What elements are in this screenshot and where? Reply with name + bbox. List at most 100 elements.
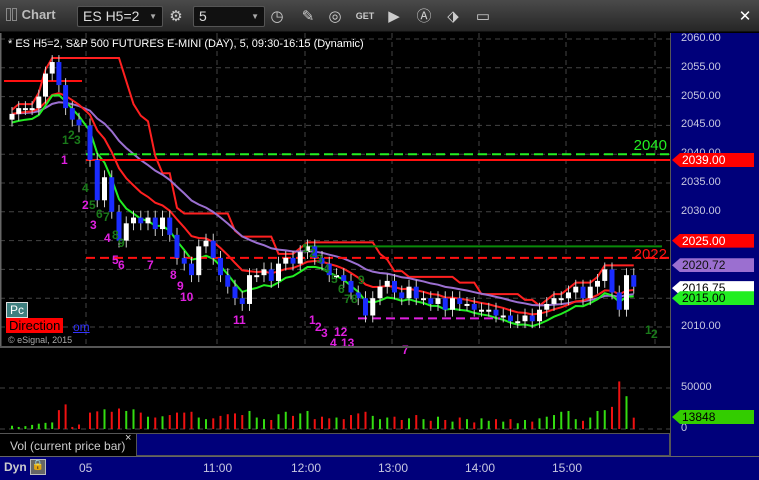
candle-body <box>363 298 368 316</box>
candle-body <box>384 280 390 287</box>
dyn-label: Dyn <box>4 460 27 474</box>
candle-body <box>500 315 506 318</box>
wave-count-label: 7 <box>103 210 110 224</box>
volume-legend: Vol (current price bar) <box>0 433 136 456</box>
candle-body <box>152 217 158 230</box>
candle-body <box>261 269 267 276</box>
time-axis-label: 15:00 <box>552 461 583 475</box>
candle-body <box>49 62 55 74</box>
candle-body <box>36 96 42 109</box>
candle-body <box>442 298 448 310</box>
candle-body <box>69 108 75 120</box>
lock-icon[interactable]: 🔒 <box>30 459 46 475</box>
wave-count-label: 5 <box>331 272 338 286</box>
candle-body <box>566 292 571 299</box>
candle-body <box>203 240 209 247</box>
price-tag: 2020.72 <box>672 258 754 273</box>
candle-body <box>609 269 615 293</box>
candle-body <box>174 234 180 258</box>
candle-body <box>399 292 405 299</box>
candle-body <box>508 315 513 322</box>
price-axis-label: 2035.00 <box>681 176 721 188</box>
candle-body <box>551 298 557 304</box>
volume-footer <box>136 433 670 456</box>
candle-body <box>348 280 354 293</box>
candle-body <box>247 275 252 304</box>
wave-count-label: 3 <box>316 252 323 266</box>
candle-body <box>587 286 593 299</box>
wave-count-label: 9 <box>358 273 365 287</box>
price-axis-label: 2055.00 <box>681 60 721 73</box>
candle-body <box>464 303 470 306</box>
pc-badge[interactable]: Pc <box>6 302 29 318</box>
candle-body <box>537 309 542 322</box>
candle-body <box>43 73 48 97</box>
candle-body <box>616 292 622 310</box>
volume-chart[interactable] <box>0 348 670 433</box>
candle-body <box>413 286 419 299</box>
candle-body <box>522 315 528 322</box>
candle-body <box>218 257 223 276</box>
candle-body <box>602 269 608 281</box>
time-axis-label: 12:00 <box>291 461 322 475</box>
wave-count-label: 2 <box>651 327 658 341</box>
candle-body <box>225 275 231 287</box>
wave-count-label: 3 <box>90 218 97 232</box>
wave-count-label: 10 <box>180 290 194 304</box>
close-icon[interactable]: ✕ <box>734 6 756 27</box>
candle-body <box>109 177 115 212</box>
candle-body <box>29 108 35 111</box>
candle-body <box>595 280 600 287</box>
candle-body <box>22 108 28 111</box>
om-link[interactable]: om <box>73 320 90 334</box>
price-axis-label: 2030.00 <box>681 204 721 217</box>
candle-body <box>16 108 22 114</box>
price-tag: 2025.00 <box>672 233 754 248</box>
wave-count-label: 7 <box>344 292 351 306</box>
candle-body <box>239 298 245 304</box>
candle-body <box>276 263 281 281</box>
candle-body <box>181 257 187 264</box>
price-chart[interactable] <box>0 0 670 347</box>
candle-body <box>544 303 550 310</box>
candle-body <box>421 298 426 301</box>
wave-count-label: 8 <box>170 268 177 282</box>
candle-body <box>268 269 274 281</box>
candle-body <box>450 298 455 310</box>
level-label: 2022 <box>633 245 667 263</box>
candle-body <box>457 298 463 304</box>
candle-body <box>529 315 535 322</box>
candle-body <box>94 159 100 201</box>
wave-count-label: 4 <box>323 262 330 276</box>
candle-body <box>573 286 579 293</box>
time-axis-label: 14:00 <box>465 461 496 475</box>
close-volume-icon[interactable]: × <box>125 432 131 444</box>
copyright: © eSignal, 2015 <box>8 335 73 345</box>
candle-body <box>232 286 238 299</box>
candle-body <box>189 263 194 276</box>
price-tag: 2039.00 <box>672 152 754 167</box>
candle-body <box>515 321 521 324</box>
candle-body <box>76 119 82 126</box>
wave-count-label: 8 <box>351 292 358 306</box>
wave-count-label: 11 <box>233 313 246 327</box>
candle-body <box>370 298 376 316</box>
candle-body <box>428 298 434 304</box>
wave-count-label: 4 <box>104 231 111 245</box>
direction-badge[interactable]: Direction <box>6 318 64 333</box>
candle-body <box>145 217 151 224</box>
candle-body <box>138 217 144 224</box>
candle-body <box>63 85 69 109</box>
candle-body <box>56 62 62 86</box>
wave-count-label: 2 <box>82 198 89 212</box>
price-axis-label: 2060.00 <box>681 32 721 44</box>
volume-axis-label: 50000 <box>681 381 712 393</box>
candle-body <box>406 286 412 299</box>
volume-label: Vol (current price bar) <box>10 439 126 453</box>
candle-body <box>435 298 441 304</box>
candle-body <box>471 303 477 310</box>
time-axis-label: 13:00 <box>378 461 409 475</box>
wave-count-label: 6 <box>118 258 125 272</box>
candle-body <box>254 275 260 278</box>
wave-count-label: 2 <box>309 246 316 260</box>
